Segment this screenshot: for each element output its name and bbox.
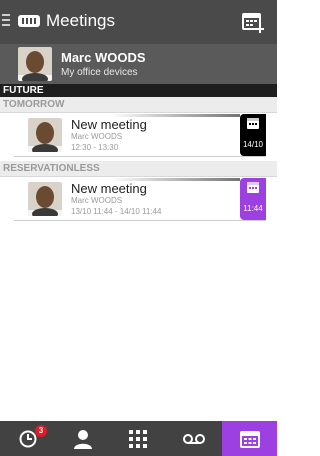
top-bar: Meetings (0, 0, 277, 44)
avatar (28, 182, 62, 216)
meeting-time-badge: 11:44 (240, 178, 266, 220)
section-header-reservationless: RESERVATIONLESS (0, 161, 277, 177)
meeting-date-badge: 14/10 (240, 114, 266, 156)
profile-name: Marc WOODS (61, 50, 146, 65)
meeting-card[interactable]: New meeting Marc WOODS 12:30 - 13:30 14/… (14, 114, 266, 157)
page-title: Meetings (46, 11, 115, 30)
profile-header[interactable]: Marc WOODS My office devices (0, 44, 277, 84)
meeting-badge-text: 14/10 (242, 140, 264, 149)
meeting-time: 13/10 11:44 - 14/10 11:44 (71, 207, 162, 216)
meeting-badge-text: 11:44 (243, 204, 263, 213)
meeting-organizer: Marc WOODS (71, 132, 123, 141)
meetings-app-icon (18, 15, 40, 27)
menu-icon[interactable] (2, 14, 10, 28)
nav-history[interactable]: 3 (0, 421, 55, 456)
dialpad-icon (128, 429, 147, 448)
nav-dialpad[interactable] (110, 421, 165, 456)
profile-subtitle: My office devices (61, 67, 138, 78)
meeting-card[interactable]: New meeting Marc WOODS 13/10 11:44 - 14/… (14, 178, 266, 221)
section-header-future: FUTURE (0, 84, 277, 97)
calendar-icon (247, 118, 259, 129)
meeting-title: New meeting (71, 181, 147, 196)
meeting-title: New meeting (71, 117, 147, 132)
add-meeting-icon[interactable] (242, 11, 266, 33)
nav-meetings[interactable] (222, 421, 277, 456)
section-header-tomorrow: TOMORROW (0, 97, 277, 113)
meeting-time: 12:30 - 13:30 (71, 143, 119, 152)
voicemail-icon (182, 433, 205, 444)
calendar-icon (247, 182, 259, 193)
meetings-icon (239, 430, 260, 448)
nav-contacts[interactable] (55, 421, 110, 456)
avatar (28, 118, 62, 152)
nav-voicemail[interactable] (166, 421, 221, 456)
avatar (18, 47, 52, 81)
bottom-nav: 3 (0, 421, 277, 456)
meeting-organizer: Marc WOODS (71, 196, 123, 205)
contacts-icon (73, 429, 92, 449)
history-notification-badge: 3 (35, 425, 47, 437)
